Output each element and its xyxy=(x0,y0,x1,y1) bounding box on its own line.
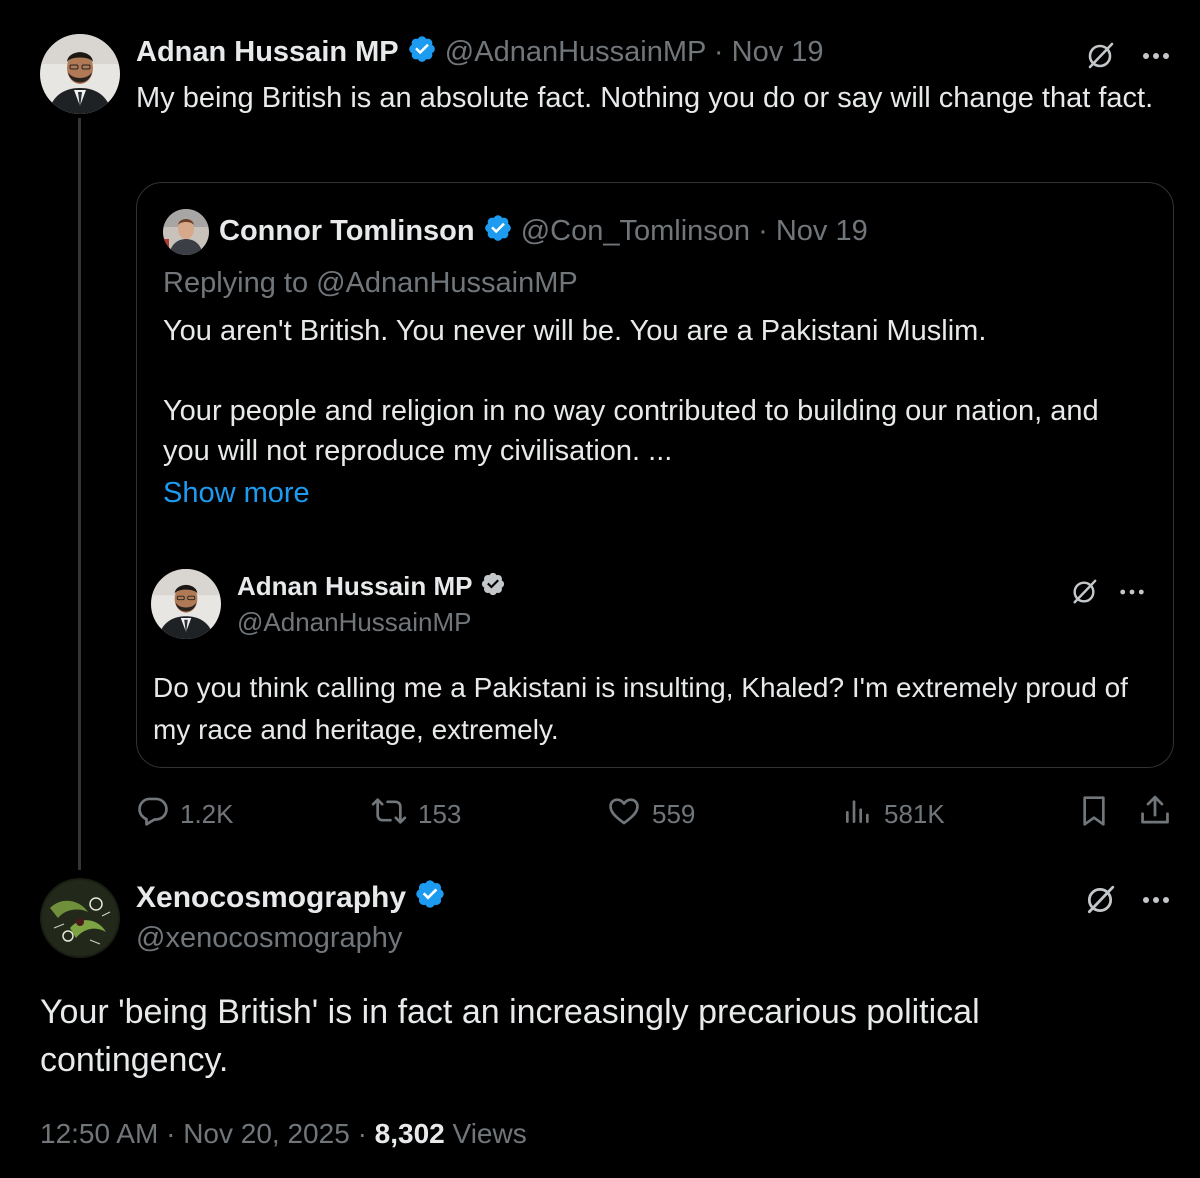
more-icon[interactable] xyxy=(1138,882,1174,918)
reply-tweet-text: Your 'being British' is in fact an incre… xyxy=(40,993,980,1079)
embedded-author-name: Adnan Hussain MP xyxy=(237,569,506,605)
tweet-action-bar: 1.2K 153 559 581K xyxy=(0,790,1200,838)
views-button[interactable]: 581K xyxy=(842,790,945,838)
more-icon[interactable] xyxy=(1138,38,1174,74)
bookmark-icon xyxy=(1078,793,1110,836)
main-tweet-header: Adnan Hussain MP @AdnanHussainMP · Nov 1… xyxy=(136,34,824,73)
reply-author-handle[interactable]: @xenocosmography xyxy=(136,920,402,956)
grok-icon[interactable] xyxy=(1082,882,1118,918)
replying-to-label[interactable]: Replying to @AdnanHussainMP xyxy=(163,265,578,301)
thread-connector-line xyxy=(78,118,81,870)
reply-author-display-name[interactable]: Xenocosmography xyxy=(136,881,406,914)
reply-author-header: Xenocosmography xyxy=(136,878,446,920)
quoted-author-handle[interactable]: @Con_Tomlinson xyxy=(521,215,750,247)
tweet-date[interactable]: Nov 19 xyxy=(732,36,824,68)
reply-icon xyxy=(136,794,170,835)
verified-badge-icon xyxy=(414,878,446,920)
verified-badge-icon xyxy=(483,213,513,252)
reply-button[interactable]: 1.2K xyxy=(136,790,234,838)
like-count: 559 xyxy=(652,798,696,829)
more-icon xyxy=(1115,575,1149,609)
header-separator: · xyxy=(758,215,768,248)
main-tweet-text: My being British is an absolute fact. No… xyxy=(136,82,1154,114)
views-label: Views xyxy=(452,1118,527,1149)
views-count: 581K xyxy=(884,798,945,829)
embedded-tweet-text: Do you think calling me a Pakistani is i… xyxy=(153,672,1128,745)
grok-icon xyxy=(1067,575,1101,609)
view-count: 8,302 xyxy=(374,1118,445,1149)
quoted-tweet-card[interactable]: Connor Tomlinson @Con_Tomlinson · Nov 19… xyxy=(136,182,1174,768)
author-display-name[interactable]: Adnan Hussain MP xyxy=(136,36,399,68)
like-button[interactable]: 559 xyxy=(606,790,695,838)
author-handle[interactable]: @AdnanHussainMP xyxy=(445,36,706,68)
embedded-author-handle: @AdnanHussainMP xyxy=(237,607,472,637)
bookmark-button[interactable] xyxy=(1078,790,1110,838)
grok-icon[interactable] xyxy=(1082,38,1118,74)
embedded-display-name: Adnan Hussain MP xyxy=(237,571,473,601)
tweet-thread: Adnan Hussain MP @AdnanHussainMP · Nov 1… xyxy=(0,0,1200,1178)
meta-separator: · xyxy=(166,1118,176,1149)
quoted-tweet-text: You aren't British. You never will be. Y… xyxy=(163,311,1153,471)
repost-icon xyxy=(370,794,408,835)
tweet-time[interactable]: 12:50 AM xyxy=(40,1118,158,1149)
header-separator: · xyxy=(713,36,724,69)
verified-badge-icon xyxy=(480,571,506,605)
share-button[interactable] xyxy=(1138,790,1172,838)
quoted-paragraph-1: You aren't British. You never will be. Y… xyxy=(163,315,987,347)
reply-count: 1.2K xyxy=(180,798,234,829)
quoted-tweet-date[interactable]: Nov 19 xyxy=(776,215,868,247)
meta-separator: · xyxy=(357,1118,367,1149)
reply-tweet-meta: 12:50 AM · Nov 20, 2025 · 8,302 Views xyxy=(40,1114,527,1154)
tweet-full-date[interactable]: Nov 20, 2025 xyxy=(183,1118,350,1149)
quoted-author-avatar xyxy=(163,209,209,255)
verified-badge-icon xyxy=(407,34,437,73)
repost-count: 153 xyxy=(418,798,462,829)
author-avatar[interactable] xyxy=(40,34,120,114)
quoted-paragraph-2: Your people and religion in no way contr… xyxy=(163,395,1099,467)
repost-button[interactable]: 153 xyxy=(370,790,461,838)
like-icon xyxy=(606,794,642,835)
reply-author-avatar[interactable] xyxy=(40,878,120,958)
embedded-author-avatar xyxy=(151,569,221,639)
quoted-tweet-header: Connor Tomlinson @Con_Tomlinson · Nov 19 xyxy=(219,213,868,252)
views-icon xyxy=(842,794,874,835)
show-more-link[interactable]: Show more xyxy=(163,473,310,513)
quoted-author-display-name[interactable]: Connor Tomlinson xyxy=(219,215,475,247)
share-icon xyxy=(1138,793,1172,836)
